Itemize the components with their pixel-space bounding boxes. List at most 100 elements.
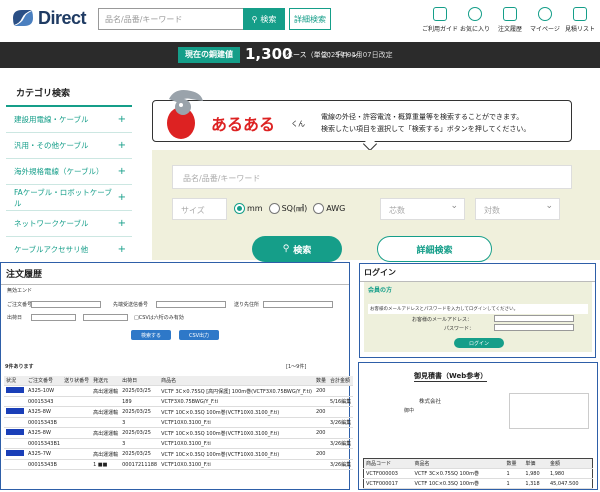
sidebar-item[interactable]: 海外規格電線（ケーブル） + (6, 159, 132, 185)
logo[interactable]: Direct (10, 7, 95, 29)
unit-label: AWG (326, 204, 346, 213)
email-field[interactable] (494, 315, 574, 322)
cell (62, 406, 92, 418)
sidebar-item[interactable]: 汎用・その他ケーブル + (6, 133, 132, 159)
order-history-title: 注文履歴 (1, 263, 349, 285)
unit-radio-mm[interactable]: mm (234, 203, 263, 214)
cell: VCTF10X0.3100_F.ti (159, 438, 314, 449)
search-input[interactable]: 品名/品番/キーワード (98, 8, 243, 30)
table-row[interactable]: A325-8W 高出運運輸 2025/03/25 VCTF 10C×0.3SQ 100… (4, 427, 354, 439)
order-search-button[interactable]: 検索する (131, 330, 171, 340)
detail-search-button[interactable]: 詳細検索 (289, 8, 331, 30)
table-row[interactable]: 00015343B 3 VCTF10X0.3100_F.ti 3/26編集 (4, 417, 354, 428)
status-badge (6, 408, 24, 414)
quote-to: 御中 (404, 408, 415, 414)
cell (62, 427, 92, 439)
search-button[interactable]: ⚲ 検索 (243, 8, 285, 30)
banner-line-2: 検索したい項目を選択して「検索する」ボタンを押してください。 (321, 125, 531, 133)
cell (327, 385, 354, 397)
nav-mypage[interactable]: マイページ (525, 7, 565, 33)
table-row[interactable]: 00015343 189 VCTF3X0.75BWG/Y_F.ti 5/16編集 (4, 396, 354, 407)
sidebar-item[interactable]: 建設用電線・ケーブル + (6, 107, 132, 133)
quote-company-info (509, 393, 589, 429)
sidebar-item[interactable]: ネットワークケーブル + (6, 211, 132, 237)
cell: 00015343B (26, 459, 63, 470)
banner-suffix: くん (291, 120, 305, 128)
address-input[interactable] (263, 301, 333, 308)
status-badge (6, 429, 24, 435)
nav-quote-list[interactable]: 見積リスト (560, 7, 600, 33)
size-input[interactable]: サイズ (172, 198, 227, 220)
logo-text: Direct (38, 8, 87, 28)
cell: 00015343 (26, 396, 63, 407)
unit-radio-sq[interactable]: SQ(㎟) (268, 203, 307, 214)
cell: 3 (120, 438, 160, 449)
cell (62, 385, 92, 397)
nav-mypage-label: マイページ (530, 26, 560, 33)
pager[interactable]: [1〜9件] (286, 363, 306, 370)
copper-price-label: 現在の銅建値 (178, 47, 240, 63)
nav-favorites[interactable]: お気に入り (455, 7, 495, 33)
password-field[interactable] (494, 324, 574, 331)
ship-date-to[interactable] (83, 314, 128, 321)
cell: 5/16編集 (327, 396, 354, 407)
col-header: 単価 (523, 458, 548, 469)
table-row[interactable]: 00015343B1 3 VCTF10X0.3100_F.ti 3/26編集 (4, 438, 354, 449)
order-no-input[interactable] (31, 301, 101, 308)
cell: 200 (313, 427, 328, 439)
nav-order-history[interactable]: 注文履歴 (490, 7, 530, 33)
panel-search-button[interactable]: ⚲ 検索 (252, 236, 342, 262)
sidebar-item-label: 建設用電線・ケーブル (14, 115, 89, 124)
cores-select[interactable]: 芯数 (380, 198, 465, 220)
login-note: お客様のメールアドレスとパスワードを入力してログインしてください。 (368, 304, 588, 314)
csv-note: □CSVは六桁のみ有効 (134, 315, 184, 321)
table-row[interactable]: A325-8W 高出運運輸 2025/03/25 VCTF 10C×0.3SQ 100… (4, 406, 354, 418)
banner-message: 電線の外径・許容電流・概算重量等を検索することができます。 検索したい項目を選択… (321, 111, 566, 135)
cell: VCTF 3C×0.75SQ [高円保護] 100m巻(VCTF3X0.75BW… (159, 385, 314, 397)
sidebar-item[interactable]: ケーブルアクセサリ他 + (6, 237, 132, 263)
book-icon (433, 7, 447, 21)
sidebar-item-label: ネットワークケーブル (14, 219, 89, 228)
cell: 1,980 (523, 468, 548, 479)
plus-icon: + (117, 140, 126, 151)
keyword-input[interactable]: 品名/品番/キーワード (172, 165, 572, 189)
cell: 189 (120, 396, 160, 407)
table-row[interactable]: A325-10W 高出運運輸 2025/03/25 VCTF 3C×0.75SQ [高… (4, 385, 354, 397)
unit-radio-awg[interactable]: AWG (313, 203, 345, 214)
unit-label: mm (247, 204, 263, 213)
table-row[interactable]: 00015343B 1 ■■ 00017211188 VCTF10X0.3100_F.… (4, 459, 354, 470)
plus-icon: + (117, 192, 126, 203)
sidebar-item-label: FAケーブル・ロボットケーブル (14, 187, 112, 208)
cell: 2025/03/25 (120, 406, 160, 418)
cell: A325-7W (26, 448, 63, 460)
nav-guide[interactable]: ご利用ガイド (420, 7, 460, 33)
col-header: 出荷日 (120, 376, 160, 386)
tracking-input[interactable] (156, 301, 226, 308)
cell: 1 ■■ (91, 459, 121, 470)
cell: VCTF 10C×0.3SQ 100m巻(VCTF10X0.3100_F.ti) (159, 406, 314, 418)
table-row: VCTF000003 VCTF 3C×0.75SQ 100m巻 1 1,980 1,98… (363, 468, 593, 479)
col-header: ご注文番号 (26, 376, 63, 386)
pairs-select[interactable]: 対数 (475, 198, 560, 220)
table-row[interactable]: A325-7W 高出運運輸 2025/03/25 VCTF 10C×0.3SQ 100… (4, 448, 354, 460)
cell: 200 (313, 448, 328, 460)
status-badge (6, 387, 24, 393)
ship-date-from[interactable] (31, 314, 76, 321)
cell: VCTF3X0.75BWG/Y_F.ti (159, 396, 314, 407)
aruaru-banner: あるある くん 電線の外径・許容電流・概算重量等を検索することができます。 検索… (152, 90, 572, 142)
col-header: 数量 (313, 376, 328, 386)
cell: VCTF000017 (363, 478, 413, 489)
login-button[interactable]: ログイン (454, 338, 504, 348)
email-label: お客様のメールアドレス： (412, 317, 473, 323)
logo-mark-icon (13, 10, 33, 26)
plus-icon: + (117, 244, 126, 255)
panel-detail-search-button[interactable]: 詳細検索 (377, 236, 492, 262)
cell: 高出運運輸 (91, 385, 121, 397)
csv-export-button[interactable]: CSV出力 (179, 330, 219, 340)
field-label-order-no: ご注文番号 (7, 302, 33, 308)
col-header: 発送元 (91, 376, 121, 386)
order-history-panel: 注文履歴 無効エンド ご注文番号 先端受送信番号 送り先住所 出荷日 □CSVは… (0, 262, 354, 490)
sidebar-item[interactable]: FAケーブル・ロボットケーブル + (6, 185, 132, 211)
search-button-label: 検索 (260, 14, 277, 24)
cell: 2025/03/25 (120, 427, 160, 439)
